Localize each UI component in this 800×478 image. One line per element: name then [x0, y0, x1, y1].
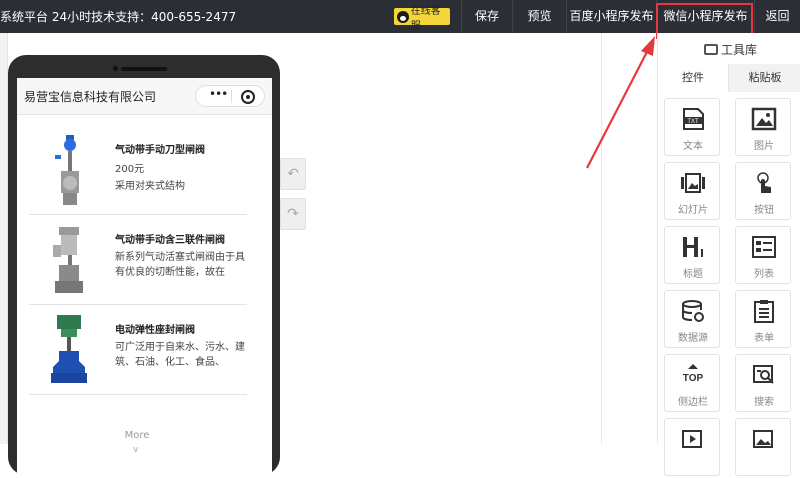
chevron-down-icon[interactable]: v [133, 445, 138, 455]
annotation-arrow-icon [586, 36, 655, 169]
